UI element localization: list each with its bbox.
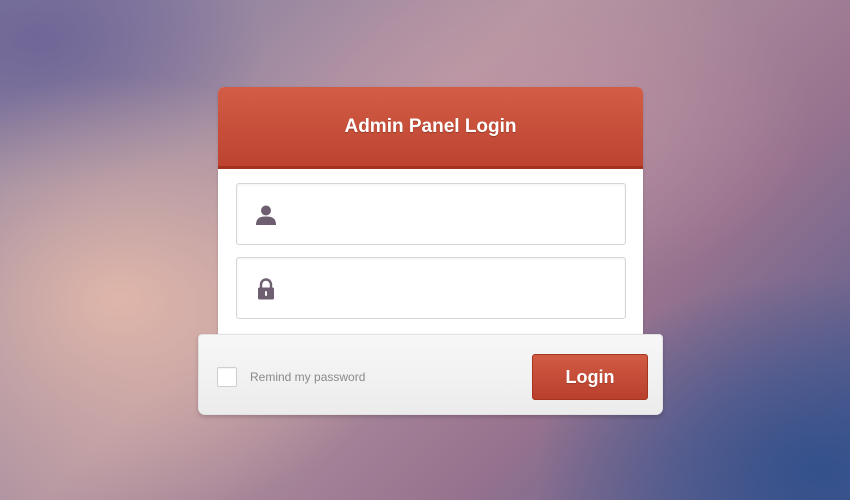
panel-header: Admin Panel Login (218, 87, 643, 169)
password-input[interactable] (291, 258, 621, 318)
login-button[interactable]: Login (532, 354, 648, 400)
panel-title: Admin Panel Login (344, 115, 517, 137)
remember-checkbox[interactable] (217, 367, 237, 387)
lock-icon (258, 278, 274, 300)
user-icon (256, 205, 276, 225)
username-input[interactable] (291, 184, 621, 244)
username-field[interactable] (236, 183, 626, 245)
login-panel: Admin Panel Login (218, 87, 643, 342)
password-field[interactable] (236, 257, 626, 319)
remember-label[interactable]: Remind my password (250, 370, 365, 384)
login-footer: Remind my password Login (198, 334, 663, 415)
